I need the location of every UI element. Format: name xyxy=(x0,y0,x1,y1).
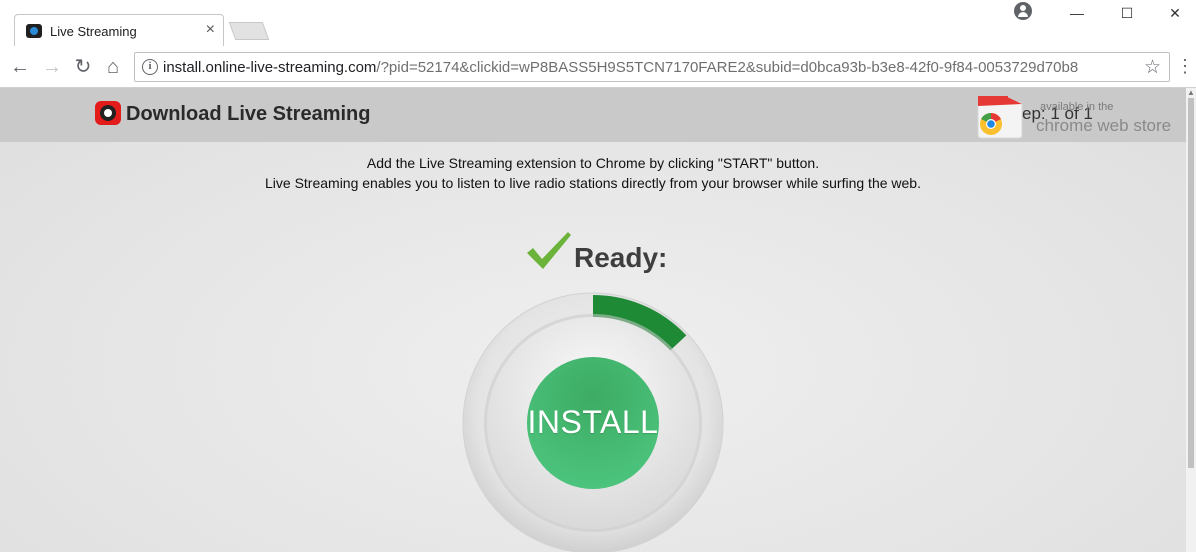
page-content: Download Live Streaming ep: 1 of 1 avail… xyxy=(0,88,1186,552)
home-button[interactable]: ⌂ xyxy=(101,55,125,79)
description-line-1: Add the Live Streaming extension to Chro… xyxy=(366,155,820,171)
url-text[interactable]: install.online-live-streaming.com/?pid=5… xyxy=(163,59,1078,76)
tab-close-icon[interactable]: × xyxy=(206,21,215,39)
browser-toolbar: ← → ↻ ⌂ i install.online-live-streaming.… xyxy=(0,46,1196,88)
maximize-button[interactable]: ☐ xyxy=(1112,2,1142,24)
checkmark-icon xyxy=(527,232,571,269)
browser-tab[interactable]: Live Streaming × xyxy=(14,14,224,46)
page-scrollbar[interactable]: ▲ xyxy=(1186,88,1196,552)
title-bar: Live Streaming × — ☐ ✕ xyxy=(0,0,1196,46)
new-tab-button[interactable] xyxy=(228,22,270,40)
live-streaming-logo-icon xyxy=(95,101,121,125)
url-host: install.online-live-streaming.com xyxy=(163,59,377,76)
cws-title: chrome web store xyxy=(1036,116,1172,135)
back-button[interactable]: ← xyxy=(8,55,32,79)
ready-label: Ready: xyxy=(574,242,668,273)
minimize-button[interactable]: — xyxy=(1062,2,1092,24)
site-title: Download Live Streaming xyxy=(126,103,371,125)
scrollbar-thumb[interactable] xyxy=(1188,98,1194,468)
description-line-2: Live Streaming enables you to listen to … xyxy=(265,175,921,191)
tab-favicon-icon xyxy=(26,24,42,38)
chrome-web-store-icon xyxy=(977,96,1023,139)
tab-title: Live Streaming xyxy=(50,24,137,39)
site-header: Download Live Streaming ep: 1 of 1 avail… xyxy=(0,88,1186,142)
forward-button[interactable]: → xyxy=(40,55,64,79)
install-button-label[interactable]: INSTALL xyxy=(462,404,724,441)
info-icon[interactable]: i xyxy=(142,59,158,75)
profile-icon[interactable] xyxy=(1014,2,1032,20)
cws-caption: available in the xyxy=(1040,101,1114,113)
url-path: /?pid=52174&clickid=wP8BASS5H9S5TCN7170F… xyxy=(376,59,1079,76)
bookmark-star-icon[interactable]: ☆ xyxy=(1144,56,1161,79)
close-window-button[interactable]: ✕ xyxy=(1160,2,1190,24)
scroll-up-icon[interactable]: ▲ xyxy=(1187,88,1195,97)
address-bar[interactable]: i install.online-live-streaming.com/?pid… xyxy=(134,52,1170,82)
reload-button[interactable]: ↻ xyxy=(71,55,95,79)
menu-icon[interactable]: ⋮ xyxy=(1176,56,1194,76)
